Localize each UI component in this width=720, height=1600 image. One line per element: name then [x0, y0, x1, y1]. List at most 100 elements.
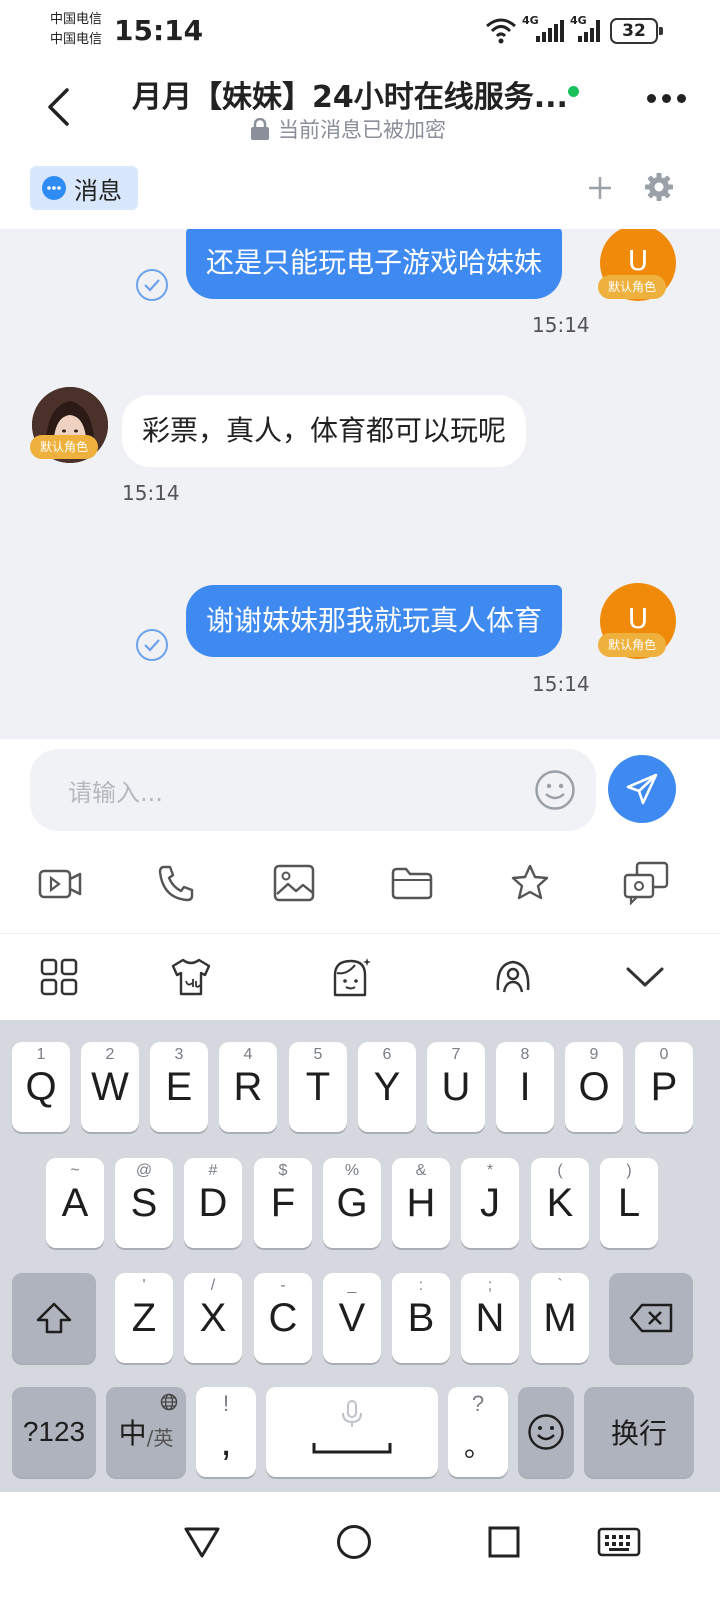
- nav-recents-button[interactable]: [482, 1520, 526, 1564]
- back-button[interactable]: [38, 82, 78, 132]
- key-j[interactable]: * J: [461, 1158, 519, 1248]
- key-e[interactable]: 3E: [150, 1042, 208, 1132]
- keyboard-menu-button[interactable]: [36, 954, 82, 1000]
- key-label: F: [270, 1180, 296, 1225]
- more-dot-icon: [677, 94, 686, 103]
- phone-icon: [158, 865, 194, 902]
- nav-home-button[interactable]: [332, 1520, 376, 1564]
- key-y[interactable]: 6Y: [358, 1042, 416, 1132]
- encryption-notice: 当前消息已被加密: [250, 114, 446, 144]
- emoji-button[interactable]: [534, 769, 576, 811]
- key-sub-label: -: [280, 1277, 286, 1294]
- tab-messages[interactable]: 消息: [30, 166, 138, 210]
- comma-key[interactable]: !,: [196, 1387, 256, 1477]
- language-switch-key[interactable]: 中/英: [106, 1387, 186, 1477]
- key-label: B: [407, 1295, 435, 1340]
- key-label: W: [91, 1064, 129, 1109]
- image-icon: [273, 864, 315, 902]
- key-w[interactable]: 2W: [81, 1042, 139, 1132]
- key-k[interactable]: (K: [531, 1158, 589, 1248]
- key-label: A: [61, 1180, 89, 1225]
- file-button[interactable]: [388, 859, 436, 907]
- key-c[interactable]: -C: [254, 1273, 312, 1363]
- key-p[interactable]: 0P: [635, 1042, 693, 1132]
- online-status-dot: [568, 86, 579, 97]
- key-label: N: [475, 1295, 505, 1340]
- backspace-key[interactable]: [609, 1273, 693, 1363]
- key-z[interactable]: ' Z: [115, 1273, 173, 1363]
- key-i[interactable]: 8I: [496, 1042, 554, 1132]
- nav-keyboard-button[interactable]: [594, 1520, 644, 1564]
- favorite-button[interactable]: [506, 859, 554, 907]
- circle-home-icon: [337, 1525, 371, 1559]
- key-label: D: [198, 1180, 228, 1225]
- key-x[interactable]: / X: [184, 1273, 242, 1363]
- screen-share-button[interactable]: [622, 859, 670, 907]
- key-v[interactable]: _ V: [323, 1273, 381, 1363]
- key-o[interactable]: 9O: [565, 1042, 623, 1132]
- key-label: L: [617, 1180, 641, 1225]
- lang-main-label: 中: [118, 1418, 147, 1449]
- nav-back-button[interactable]: [180, 1520, 224, 1564]
- period-key[interactable]: ?。: [448, 1387, 508, 1477]
- message-input[interactable]: 请输入...: [30, 749, 596, 831]
- space-key[interactable]: [266, 1387, 438, 1477]
- key-label: R: [233, 1064, 263, 1109]
- shift-key[interactable]: [12, 1273, 96, 1363]
- attachment-toolbar: [0, 839, 720, 934]
- key-f[interactable]: $ F: [254, 1158, 312, 1248]
- add-tab-button[interactable]: [586, 174, 614, 202]
- space-bar-icon: [312, 1443, 392, 1454]
- chevron-left-icon: [48, 88, 69, 126]
- key-label: Q: [25, 1064, 57, 1109]
- key-m[interactable]: ` M: [531, 1273, 589, 1363]
- key-sub-label: 0: [659, 1046, 669, 1063]
- key-label: C: [268, 1295, 298, 1340]
- key-sub-label: $: [278, 1162, 288, 1179]
- hide-keyboard-button[interactable]: [622, 954, 668, 1000]
- enter-key[interactable]: 换行: [584, 1387, 694, 1477]
- keyboard-theme-button[interactable]: [168, 954, 214, 1000]
- symbols-key[interactable]: ?123: [12, 1387, 96, 1477]
- gear-icon: [645, 173, 673, 201]
- keyboard-assistant-button[interactable]: [490, 954, 536, 1000]
- more-options-button[interactable]: [647, 94, 686, 103]
- key-label: U: [441, 1064, 471, 1109]
- key-h[interactable]: & H: [392, 1158, 450, 1248]
- read-check-icon: [136, 629, 168, 661]
- key-n[interactable]: ; N: [461, 1273, 519, 1363]
- image-button[interactable]: [270, 859, 318, 907]
- message-bubble-icon: [42, 176, 66, 200]
- settings-button[interactable]: [644, 172, 674, 202]
- role-tag: 默认角色: [30, 435, 99, 459]
- message-bubble-outgoing[interactable]: 谢谢妹妹那我就玩真人体育: [186, 585, 563, 657]
- voice-call-button[interactable]: [152, 859, 200, 907]
- key-q[interactable]: 1Q: [12, 1042, 70, 1132]
- key-sub-label: 8: [520, 1046, 530, 1063]
- emoji-key[interactable]: [518, 1387, 574, 1477]
- key-d[interactable]: # D: [184, 1158, 242, 1248]
- key-l[interactable]: ) L: [600, 1158, 658, 1248]
- plus-icon: [589, 177, 611, 199]
- key-sub-label: 2: [105, 1046, 115, 1063]
- keyboard-sticker-button[interactable]: [328, 954, 374, 1000]
- key-sub-label: ': [142, 1277, 146, 1294]
- key-s[interactable]: @ S: [115, 1158, 173, 1248]
- message-bubble-incoming[interactable]: 彩票，真人，体育都可以玩呢: [122, 395, 527, 467]
- chat-area[interactable]: 还是只能玩电子游戏哈妹妹 U 默认角色 15:14 默认角色 彩票，真人，体育都…: [0, 229, 720, 739]
- key-r[interactable]: 4R: [219, 1042, 277, 1132]
- send-button[interactable]: [608, 755, 676, 823]
- message-timestamp: 15:14: [532, 313, 590, 337]
- key-g[interactable]: % G: [323, 1158, 381, 1248]
- microphone-icon: [342, 1400, 362, 1427]
- key-a[interactable]: ~ A: [46, 1158, 104, 1248]
- key-u[interactable]: 7U: [427, 1042, 485, 1132]
- system-nav-bar: [0, 1492, 720, 1600]
- key-t[interactable]: 5T: [289, 1042, 347, 1132]
- shift-arrow-icon: [36, 1302, 72, 1334]
- message-timestamp: 15:14: [532, 672, 590, 696]
- video-call-button[interactable]: [36, 859, 84, 907]
- video-camera-icon: [38, 869, 82, 899]
- message-bubble-outgoing[interactable]: 还是只能玩电子游戏哈妹妹: [186, 229, 563, 299]
- key-b[interactable]: :B: [392, 1273, 450, 1363]
